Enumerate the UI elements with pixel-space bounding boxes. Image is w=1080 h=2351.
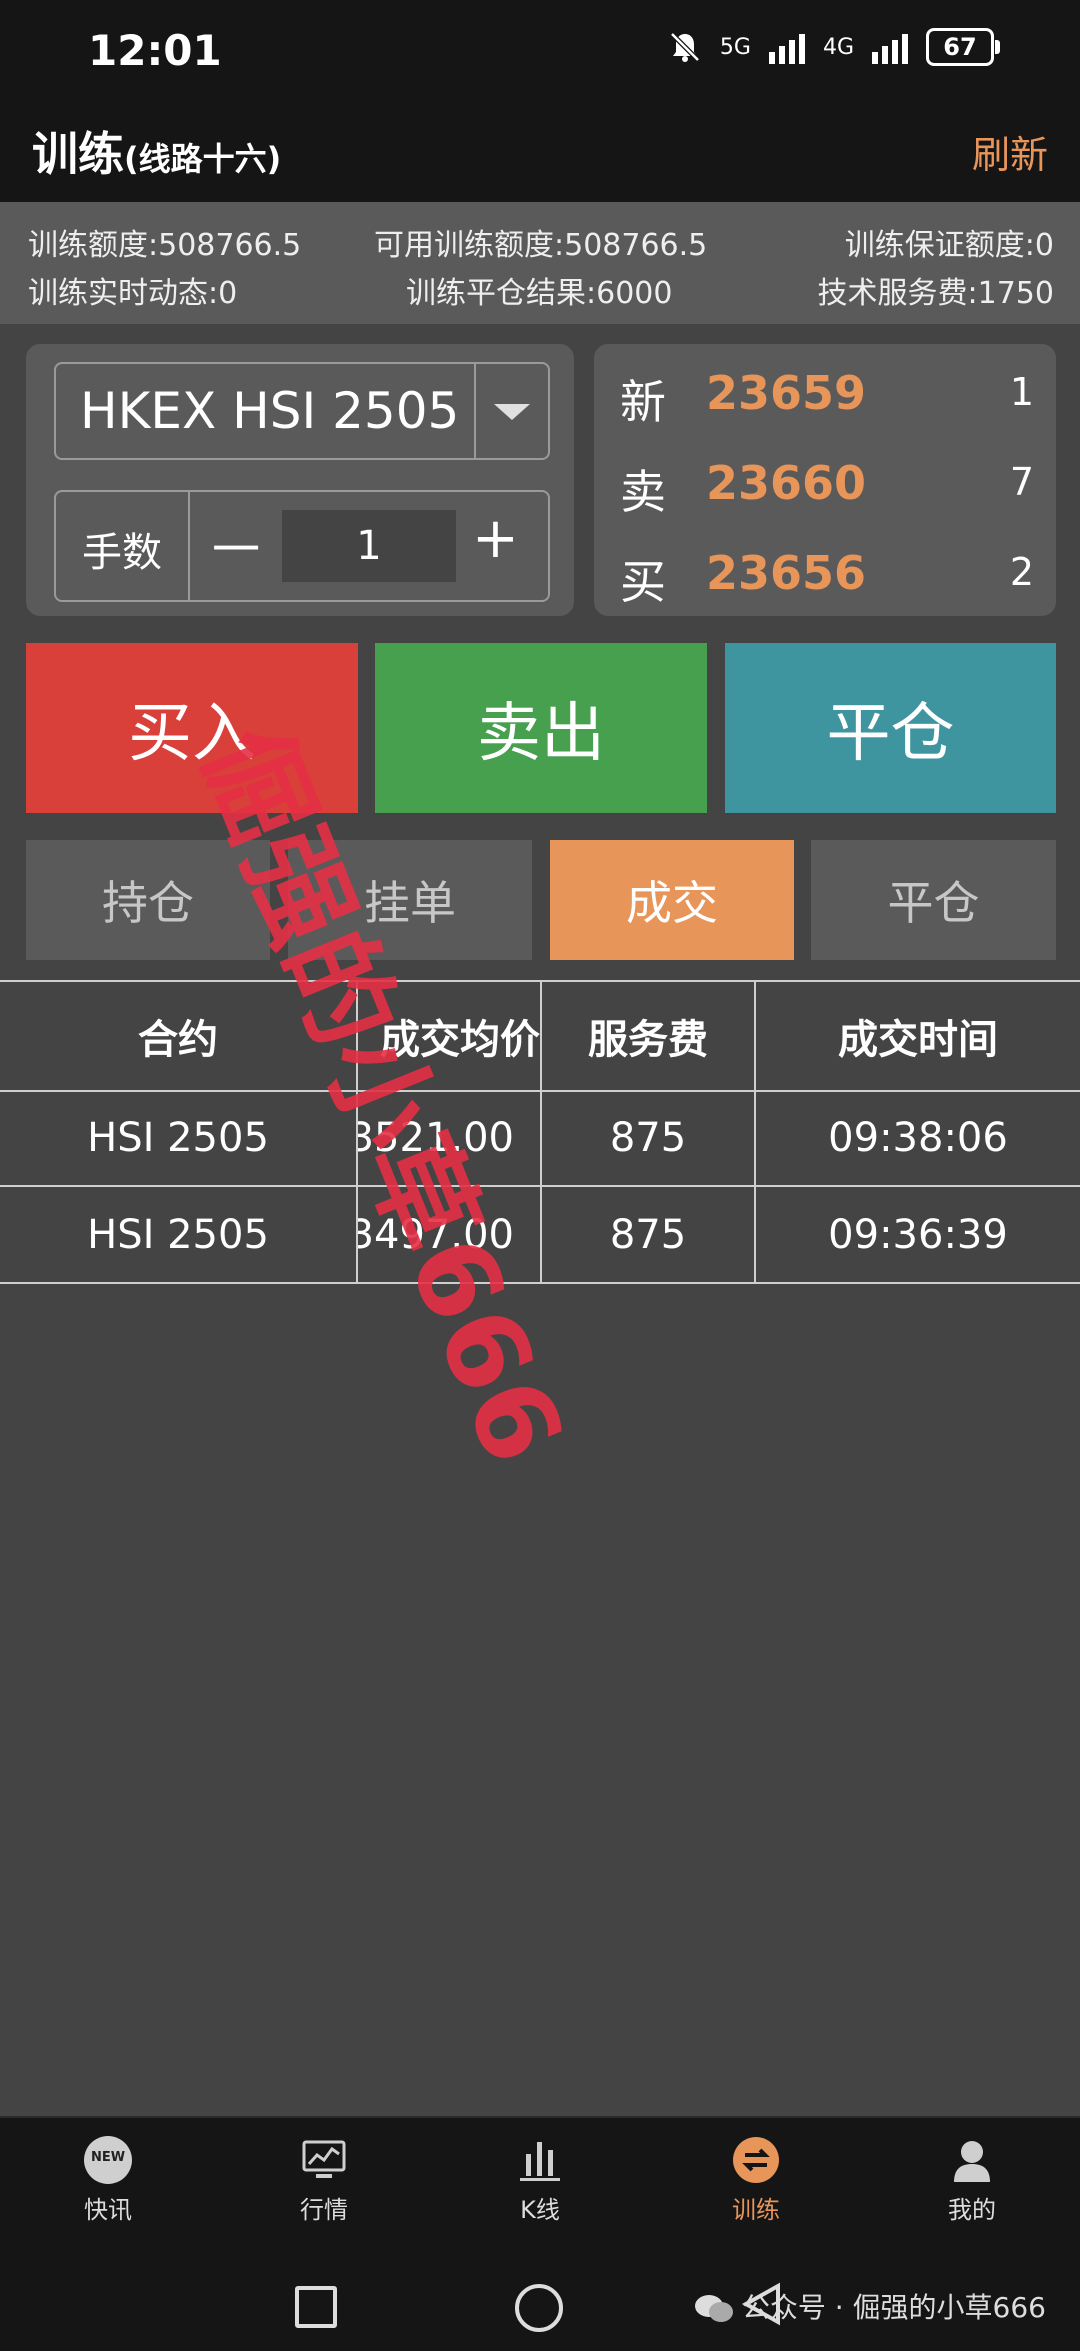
page-title-text: 训练 xyxy=(32,127,124,181)
info-service-fee: 技术服务费:1750 xyxy=(817,276,1054,311)
cell-fee: 875 xyxy=(609,1114,687,1161)
cell-time: 09:38:06 xyxy=(828,1114,1008,1161)
network-label-5g: 5G xyxy=(719,34,751,60)
quote-price-ask: 23660 xyxy=(706,456,867,510)
status-time: 12:01 xyxy=(88,26,222,75)
status-bar: 12:01 5G 4G 67 xyxy=(0,0,1080,110)
refresh-button[interactable]: 刷新 xyxy=(972,124,1048,179)
nav-profile-label: 我的 xyxy=(948,2196,996,2224)
quote-price-last: 23659 xyxy=(706,366,867,420)
battery-icon: 67 xyxy=(926,28,1000,66)
contract-select[interactable]: HKEX HSI 2505 xyxy=(54,362,550,460)
home-icon[interactable] xyxy=(515,2284,563,2332)
cell-contract: HSI 2505 xyxy=(87,1114,269,1161)
cell-time: 09:36:39 xyxy=(828,1211,1008,1258)
nav-training[interactable]: 训练 xyxy=(686,2136,826,2225)
quote-label-last: 新 xyxy=(620,375,666,429)
signal-icon xyxy=(768,30,805,64)
info-dynamic: 训练实时动态:0 xyxy=(28,276,238,311)
page-title: 训练(线路十六) xyxy=(32,118,281,184)
bottom-nav: NEW 快讯 行情 K线 训练 我的 xyxy=(0,2116,1080,2238)
nav-market-label: 行情 xyxy=(300,2196,348,2224)
nav-profile[interactable]: 我的 xyxy=(902,2136,1042,2225)
signal-icon-2 xyxy=(872,30,908,64)
training-icon xyxy=(733,2137,779,2183)
quantity-minus-button[interactable]: 一 xyxy=(212,510,260,580)
quantity-input[interactable]: 1 xyxy=(282,510,456,582)
chevron-down-icon[interactable] xyxy=(494,404,530,420)
nav-market[interactable]: 行情 xyxy=(254,2136,394,2225)
app-header: 训练(线路十六) 刷新 xyxy=(0,110,1080,202)
quote-vol-last: 1 xyxy=(1009,370,1034,414)
news-badge: NEW xyxy=(90,2150,126,2165)
quote-vol-ask: 7 xyxy=(1009,460,1034,504)
sell-button[interactable]: 卖出 xyxy=(375,643,707,813)
profile-icon xyxy=(954,2141,990,2182)
contract-select-value: HKEX HSI 2505 xyxy=(80,382,460,440)
wechat-icon xyxy=(694,2295,733,2322)
account-info: 训练额度:508766.5 可用训练额度:508766.5 训练保证额度:0 训… xyxy=(0,202,1080,324)
footer-credit: 公众号 · 倔强的小草666 xyxy=(694,2286,1046,2326)
nav-news[interactable]: NEW 快讯 xyxy=(38,2136,178,2225)
table-header-fee: 服务费 xyxy=(588,1017,708,1063)
network-label-4g: 4G xyxy=(822,34,854,60)
mute-bell-icon xyxy=(670,32,700,62)
page-subtitle: (线路十六) xyxy=(124,140,282,178)
recent-apps-icon[interactable] xyxy=(295,2286,337,2328)
quantity-stepper: 手数 一 1 + xyxy=(54,490,550,602)
table-divider xyxy=(754,980,756,1284)
status-icons: 5G 4G 67 xyxy=(668,28,1000,66)
quote-panel: 新 23659 1 卖 23660 7 买 23656 2 xyxy=(594,344,1056,616)
quantity-plus-button[interactable]: + xyxy=(472,506,519,571)
kline-icon xyxy=(520,2142,560,2181)
tab-trades[interactable]: 成交 xyxy=(550,840,794,960)
cell-fee: 875 xyxy=(609,1211,687,1258)
table-header-time: 成交时间 xyxy=(838,1017,998,1063)
tab-closed[interactable]: 平仓 xyxy=(811,840,1056,960)
info-available: 可用训练额度:508766.5 xyxy=(374,228,708,263)
quote-label-ask: 卖 xyxy=(620,465,666,519)
cell-contract: HSI 2505 xyxy=(87,1211,269,1258)
info-margin: 训练保证额度:0 xyxy=(844,228,1054,263)
info-close-result: 训练平仓结果:6000 xyxy=(406,276,673,311)
quote-vol-bid: 2 xyxy=(1009,550,1034,594)
quote-label-bid: 买 xyxy=(620,555,666,609)
order-panel: HKEX HSI 2505 手数 一 1 + xyxy=(26,344,574,616)
quote-price-bid: 23656 xyxy=(706,546,867,600)
market-icon xyxy=(302,2140,346,2178)
nav-training-label: 训练 xyxy=(732,2196,780,2224)
footer-text: 公众号 · 倔强的小草666 xyxy=(741,2291,1046,2324)
close-position-button[interactable]: 平仓 xyxy=(725,643,1056,813)
nav-news-label: 快讯 xyxy=(84,2196,132,2224)
info-quota: 训练额度:508766.5 xyxy=(28,228,302,263)
nav-kline[interactable]: K线 xyxy=(470,2136,610,2225)
table-divider xyxy=(540,980,542,1284)
news-icon: NEW xyxy=(84,2136,132,2184)
quantity-label: 手数 xyxy=(82,530,162,576)
nav-kline-label: K线 xyxy=(520,2196,560,2224)
